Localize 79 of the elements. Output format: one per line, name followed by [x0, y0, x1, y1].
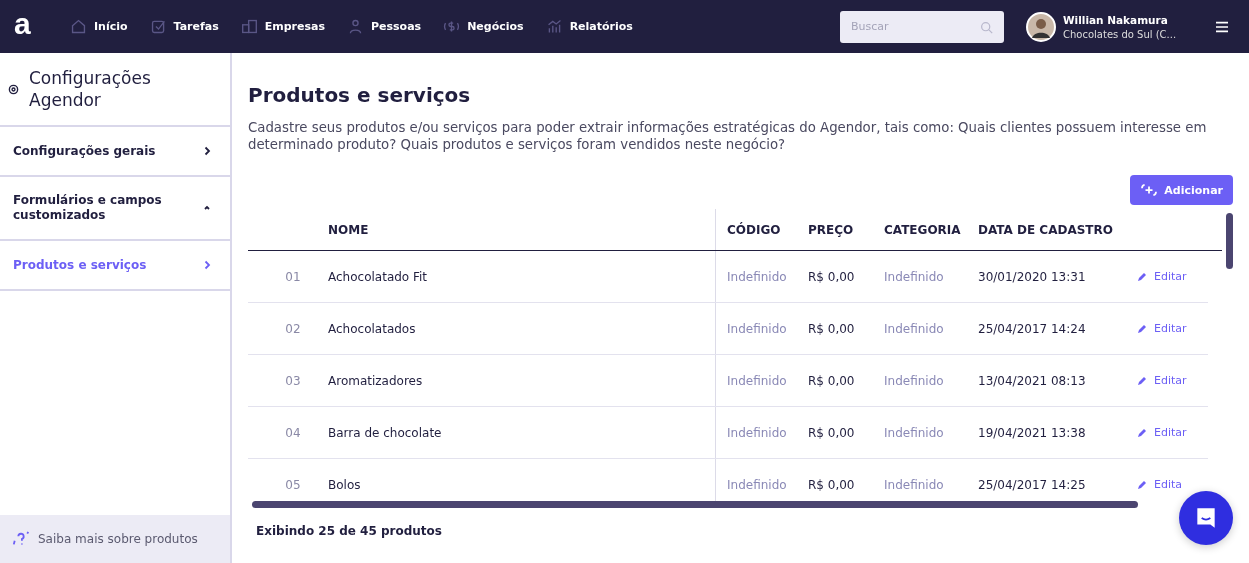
pencil-icon [1136, 374, 1148, 387]
row-number: 01 [284, 269, 302, 284]
table-cell-text: Achocolatados [328, 321, 417, 336]
nav-link[interactable]: Empresas [240, 18, 325, 35]
row-number: 05 [284, 477, 302, 492]
table-cell: Indefinido [715, 303, 808, 354]
table-cell-text: Indefinido [884, 477, 945, 492]
plus-icon [1140, 183, 1159, 197]
checkbox-icon [149, 18, 167, 35]
sidebar-item[interactable]: Configurações gerais [0, 127, 230, 177]
pencil-icon [1136, 270, 1148, 283]
column-header: DATA DE CADASTRO [978, 222, 1114, 237]
column-header: PREÇO [808, 222, 855, 237]
table-cell-text: 25/04/2017 14:25 [978, 477, 1087, 492]
building-icon [240, 18, 258, 35]
page-title: Produtos e serviços [248, 83, 472, 107]
table-cell-text: R$ 0,00 [808, 373, 856, 388]
logo[interactable]: a [14, 8, 54, 39]
table-cell-text: Bolos [328, 477, 362, 492]
user-name: Willian Nakamura [1063, 13, 1169, 26]
add-button[interactable]: Adicionar [1130, 175, 1233, 205]
table-cell-text: Aromatizadores [328, 373, 424, 388]
row-number: 04 [284, 425, 302, 440]
edit-link[interactable]: Editar [1136, 270, 1187, 283]
pencil-icon [1136, 426, 1148, 439]
page-description: Cadastre seus produtos e/ou serviços para poder extrair informações estratégicas do Agendor, tais como: Quais clientes possuem interesse em determinado produto? Quais produtos e serviços foram vendidos neste negócio? [248, 119, 1208, 153]
company-name: Chocolates do Sul (C... [1063, 28, 1178, 40]
edit-link[interactable]: Edita [1136, 478, 1183, 491]
chat-button[interactable] [1179, 491, 1233, 545]
column-header: CÓDIGO [715, 209, 808, 250]
column-header: NOME [328, 222, 370, 237]
chevron-right-icon [202, 146, 212, 156]
search-icon [980, 20, 993, 34]
table-cell-text: Barra de chocolate [328, 425, 443, 440]
pencil-icon [1136, 478, 1148, 491]
table-cell-text: Achocolatado Fit [328, 269, 429, 284]
table-cell-text: 30/01/2020 13:31 [978, 269, 1087, 284]
table-cell-text: 19/04/2021 13:38 [978, 425, 1087, 440]
column-header: CATEGORIA [884, 222, 962, 237]
table-cell-text: Indefinido [884, 373, 945, 388]
scrollbar[interactable] [1226, 213, 1233, 269]
menu-icon[interactable] [1215, 20, 1229, 33]
table-cell: Indefinido [715, 251, 808, 302]
home-icon [70, 18, 87, 35]
chart-icon [545, 18, 563, 35]
table-cell-text: R$ 0,00 [808, 321, 856, 336]
table-cell-text: 13/04/2021 08:13 [978, 373, 1087, 388]
table-cell-text: Indefinido [884, 425, 945, 440]
edit-link[interactable]: Editar [1136, 374, 1187, 387]
table-cell-text: 25/04/2017 14:24 [978, 321, 1087, 336]
avatar[interactable] [1026, 11, 1056, 42]
nav-link[interactable]: Pessoas [346, 18, 422, 35]
row-number: 02 [284, 321, 302, 336]
sidebar-item[interactable]: Produtos e serviços [0, 241, 230, 291]
table-cell-text: R$ 0,00 [808, 269, 856, 284]
edit-link[interactable]: Editar [1136, 426, 1187, 439]
result-count: Exibindo 25 de 45 produtos [256, 524, 443, 538]
edit-link[interactable]: Editar [1136, 322, 1187, 335]
table-cell-text: Indefinido [884, 269, 945, 284]
table-cell: Indefinido [715, 355, 808, 406]
sidebar-item[interactable]: Formulários e campos customizados [0, 177, 230, 241]
chevron-right-icon [202, 260, 212, 270]
nav-link[interactable]: Relatórios [545, 18, 633, 35]
search-field[interactable]: Buscar [840, 10, 1004, 43]
row-number: 03 [284, 373, 302, 388]
table-cell-text: R$ 0,00 [808, 477, 856, 492]
nav-link[interactable]: Início [70, 18, 128, 35]
scrollbar[interactable] [252, 501, 1138, 508]
help-link[interactable]: Saiba mais sobre produtos [38, 532, 198, 546]
table-cell-text: R$ 0,00 [808, 425, 856, 440]
sidebar-title: Configurações Agendor [29, 67, 152, 111]
settings-icon [8, 83, 19, 95]
table-cell: Indefinido [715, 407, 808, 458]
table-cell-text: Indefinido [884, 321, 945, 336]
dollar-icon [443, 18, 461, 35]
nav-link[interactable]: Tarefas [149, 18, 219, 35]
help-icon [12, 530, 30, 548]
nav-link[interactable]: Negócios [443, 18, 524, 35]
pencil-icon [1136, 322, 1148, 335]
